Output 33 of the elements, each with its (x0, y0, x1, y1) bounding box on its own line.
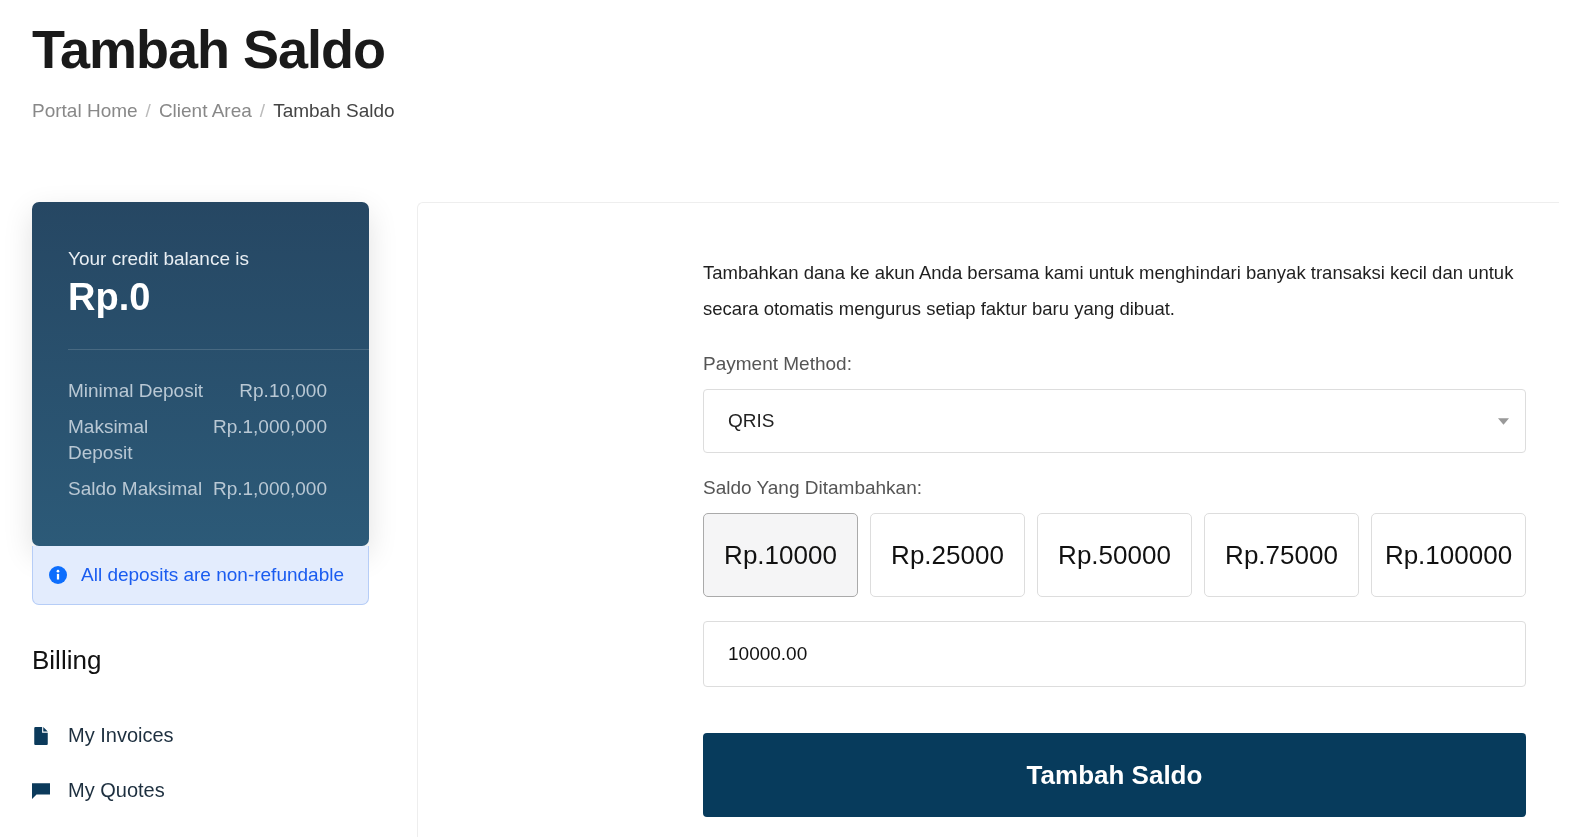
limit-label: Maksimal Deposit (68, 415, 150, 465)
page-title: Tambah Saldo (32, 18, 387, 80)
sidebar-link[interactable]: My Quotes (32, 779, 369, 802)
limit-value: Rp.1,000,000 (211, 415, 327, 439)
balance-label: Your credit balance is (68, 248, 250, 270)
breadcrumb-link[interactable]: Tambah Saldo (273, 100, 395, 122)
submit-button[interactable]: Tambah Saldo (703, 733, 1526, 817)
caret-icon (1498, 417, 1509, 425)
breadcrumb-separator: / (259, 100, 266, 122)
breadcrumb-link[interactable]: Portal Home (32, 100, 138, 122)
balance-amount: Rp.0 (68, 276, 152, 319)
limit-label: Saldo Maksimal (68, 477, 204, 501)
document-icon (32, 726, 50, 745)
notice-text: All deposits are non-refundable (81, 564, 344, 586)
sidebar-link[interactable]: My Invoices (32, 724, 369, 747)
limit-label: Minimal Deposit (68, 379, 205, 403)
amount-option-button[interactable]: Rp.10000 (703, 513, 858, 597)
intro-text: Tambahkan dana ke akun Anda bersama kami untuk menghindari banyak transaksi kecil dan untuk secara otomatis mengurus setiap faktur baru yang dibuat. (703, 261, 1515, 321)
payment-method-dropdown[interactable]: QRIS (703, 389, 1526, 453)
limit-value: Rp.1,000,000 (211, 477, 327, 501)
amount-option-button[interactable]: Rp.75000 (1204, 513, 1359, 597)
amount-option-button[interactable]: Rp.25000 (870, 513, 1025, 597)
breadcrumb-link[interactable]: Client Area (158, 100, 252, 122)
speech-bubble-icon (32, 781, 50, 800)
amount-label: Saldo Yang Ditambahkan: (703, 477, 923, 499)
payment-method-label: Payment Method: (703, 353, 853, 375)
breadcrumb-separator: / (145, 100, 151, 122)
sidebar-heading: Billing (32, 645, 103, 676)
amount-input[interactable]: 10000.00 (703, 621, 1526, 687)
info-icon (49, 566, 67, 584)
limit-value: Rp.10,000 (238, 379, 327, 403)
amount-option-button[interactable]: Rp.100000 (1371, 513, 1526, 597)
amount-option-button[interactable]: Rp.50000 (1037, 513, 1192, 597)
